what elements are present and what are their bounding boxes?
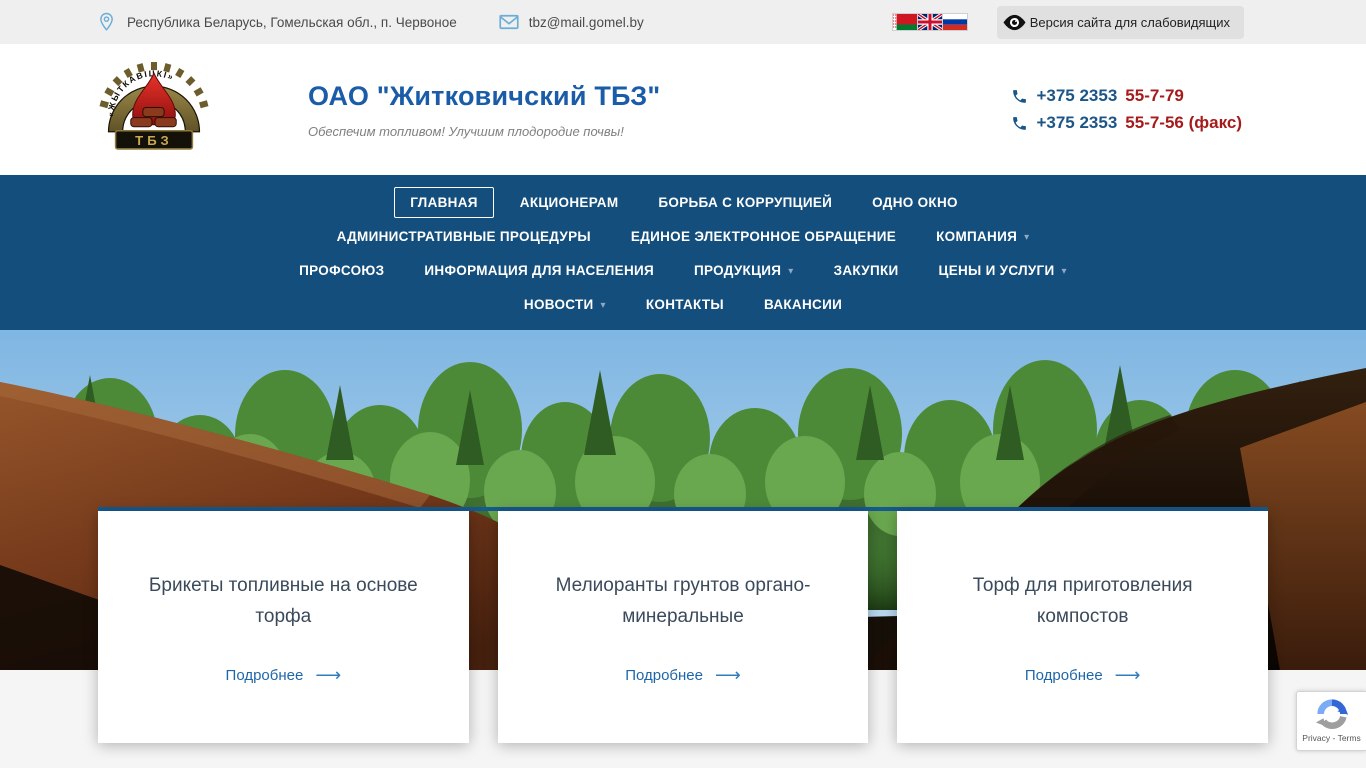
chevron-down-icon: ▾ bbox=[788, 265, 794, 277]
address-block: Республика Беларусь, Гомельская обл., п.… bbox=[98, 12, 457, 32]
product-card-briquettes: Брикеты топливные на основе торфа Подроб… bbox=[98, 511, 469, 743]
nav-item-novosti[interactable]: НОВОСТИ ▾ bbox=[504, 297, 626, 312]
nav-item-glavnaya[interactable]: ГЛАВНАЯ bbox=[394, 186, 494, 218]
chevron-down-icon: ▾ bbox=[1061, 265, 1067, 277]
language-switcher bbox=[892, 14, 967, 30]
product-card-peat-compost: Торф для приготовления компостов Подробн… bbox=[897, 511, 1269, 743]
phone-number: 55-7-79 bbox=[1125, 86, 1184, 105]
recaptcha-badge[interactable]: Privacy - Terms bbox=[1296, 691, 1366, 751]
nav-item-kontakty[interactable]: КОНТАКТЫ bbox=[626, 297, 744, 312]
arrow-right-icon: ⟶ bbox=[715, 665, 741, 685]
nav-item-kompaniya[interactable]: КОМПАНИЯ ▾ bbox=[916, 229, 1049, 244]
hero-section: Брикеты топливные на основе торфа Подроб… bbox=[0, 330, 1366, 743]
belarusian-flag[interactable] bbox=[892, 14, 917, 30]
nav-item-borba-s-korrupciej[interactable]: БОРЬБА С КОРРУПЦИЕЙ bbox=[638, 195, 852, 210]
english-flag[interactable] bbox=[917, 14, 942, 30]
phone-code: +375 2353 bbox=[1036, 113, 1118, 132]
more-link-meliorants[interactable]: Подробнее ⟶ bbox=[625, 666, 741, 684]
product-card-title: Торф для приготовления компостов bbox=[972, 575, 1193, 627]
nav-item-vakansii[interactable]: ВАКАНСИИ bbox=[744, 297, 862, 312]
site-header: «ЖЫТКАВІЦКІ» ТБЗ ОАО "Житковичский ТБЗ" … bbox=[0, 44, 1366, 175]
product-card-title: Брикеты топливные на основе торфа bbox=[148, 575, 418, 627]
logo-plate-text: ТБЗ bbox=[135, 133, 173, 148]
chevron-down-icon: ▾ bbox=[600, 299, 606, 311]
company-slogan: Обеспечим топливом! Улучшим плодородие п… bbox=[308, 123, 624, 139]
eye-icon bbox=[1003, 14, 1026, 30]
arrow-right-icon: ⟶ bbox=[1114, 665, 1141, 685]
product-card-title: Мелиоранты грунтов органо-минеральные bbox=[555, 575, 811, 627]
company-address: Республика Беларусь, Гомельская обл., п.… bbox=[127, 14, 457, 30]
chevron-down-icon: ▾ bbox=[1024, 231, 1030, 243]
location-pin-icon bbox=[100, 12, 113, 31]
phone-link-1[interactable]: +375 2353 55-7-79 bbox=[1011, 86, 1242, 106]
accessibility-version-button[interactable]: Версия сайта для слабовидящих bbox=[996, 5, 1244, 39]
product-slider: Брикеты топливные на основе торфа Подроб… bbox=[98, 507, 1269, 743]
envelope-icon bbox=[499, 14, 519, 30]
nav-item-akcioneram[interactable]: АКЦИОНЕРАМ bbox=[500, 195, 639, 210]
nav-item-ceny-i-uslugi[interactable]: ЦЕНЫ И УСЛУГИ ▾ bbox=[919, 263, 1087, 278]
accessibility-version-label: Версия сайта для слабовидящих bbox=[1029, 14, 1230, 30]
nav-item-odno-okno[interactable]: ОДНО ОКНО bbox=[852, 195, 978, 210]
phone-icon bbox=[1013, 89, 1027, 103]
nav-item-zakupki[interactable]: ЗАКУПКИ bbox=[814, 263, 919, 278]
more-link-peat-compost[interactable]: Подробнее ⟶ bbox=[1025, 666, 1141, 684]
nav-item-administrativnye-procedury[interactable]: АДМИНИСТРАТИВНЫЕ ПРОЦЕДУРЫ bbox=[317, 229, 611, 244]
russian-flag[interactable] bbox=[942, 14, 967, 30]
company-name: ОАО "Житковичский ТБЗ" bbox=[308, 80, 661, 111]
arrow-right-icon: ⟶ bbox=[315, 665, 342, 685]
phone-number: 55-7-56 (факс) bbox=[1125, 113, 1242, 132]
product-card-meliorants: Мелиоранты грунтов органо-минеральные По… bbox=[497, 511, 869, 743]
phone-code: +375 2353 bbox=[1036, 86, 1118, 105]
main-navigation: ГЛАВНАЯ АКЦИОНЕРАМ БОРЬБА С КОРРУПЦИЕЙ О… bbox=[0, 175, 1366, 330]
recaptcha-logo-icon bbox=[1315, 699, 1348, 729]
email-block: tbz@mail.gomel.by bbox=[499, 14, 644, 30]
nav-item-informaciya-dlya-naseleniya[interactable]: ИНФОРМАЦИЯ ДЛЯ НАСЕЛЕНИЯ bbox=[404, 263, 674, 278]
email-link[interactable]: tbz@mail.gomel.by bbox=[529, 15, 644, 30]
phone-icon bbox=[1013, 116, 1027, 130]
phone-block: +375 2353 55-7-79 +375 2353 55-7-56 (фак… bbox=[1011, 79, 1242, 140]
nav-item-edinoe-elektronnoe-obrashchenie[interactable]: ЕДИНОЕ ЭЛЕКТРОННОЕ ОБРАЩЕНИЕ bbox=[611, 229, 916, 244]
topbar: Республика Беларусь, Гомельская обл., п.… bbox=[0, 0, 1366, 44]
phone-link-2[interactable]: +375 2353 55-7-56 (факс) bbox=[1011, 113, 1242, 133]
recaptcha-privacy-terms-link[interactable]: Privacy - Terms bbox=[1302, 733, 1360, 743]
company-logo[interactable]: «ЖЫТКАВІЦКІ» ТБЗ bbox=[98, 59, 308, 160]
nav-item-profsoyuz[interactable]: ПРОФСОЮЗ bbox=[279, 263, 404, 278]
more-link-briquettes[interactable]: Подробнее ⟶ bbox=[226, 666, 342, 684]
nav-item-produkciya[interactable]: ПРОДУКЦИЯ ▾ bbox=[674, 263, 814, 278]
